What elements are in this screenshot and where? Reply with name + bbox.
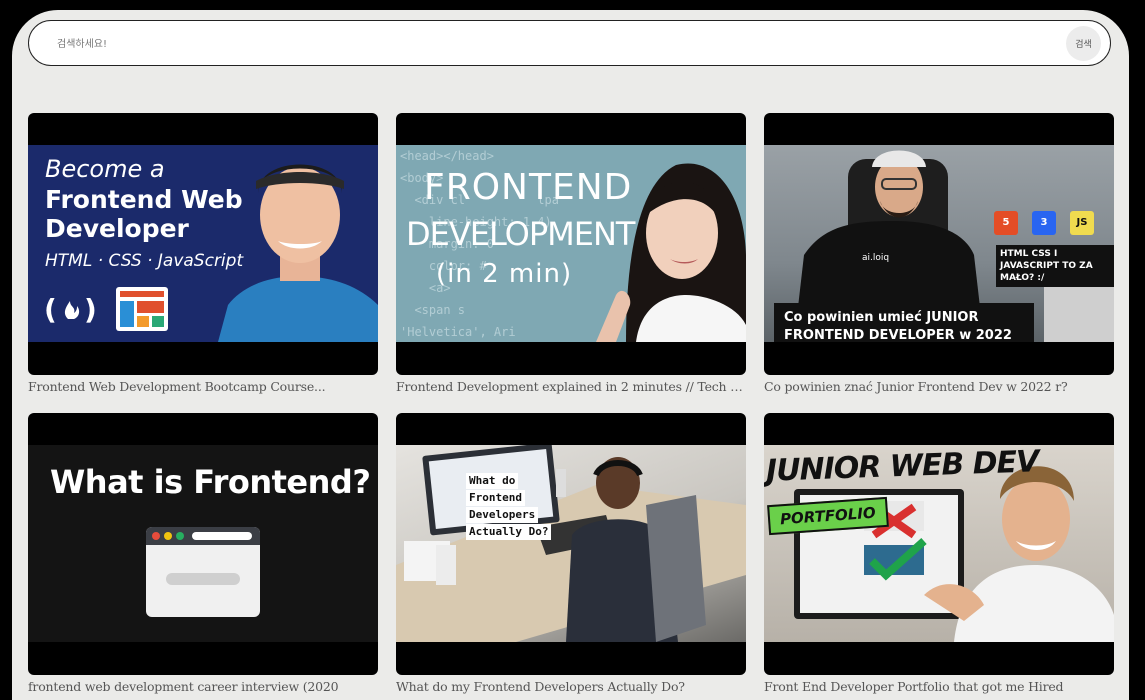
js-badge-icon: JS bbox=[1070, 211, 1094, 235]
developer-desk-photo bbox=[396, 445, 746, 642]
thumbnail-image: What is Frontend? bbox=[28, 445, 378, 642]
thumbnail-text: Become a bbox=[45, 155, 165, 183]
search-bar: 검색 bbox=[28, 20, 1111, 66]
video-title[interactable]: What do my Frontend Developers Actually … bbox=[396, 679, 746, 694]
video-title[interactable]: Co powinien znać Junior Frontend Dev w 2… bbox=[764, 379, 1114, 394]
thumbnail-text: Actually Do? bbox=[466, 524, 552, 540]
thumbnail-image: <head></head> <body> <div cl lpa line-he… bbox=[396, 145, 746, 342]
presenter-photo bbox=[218, 164, 378, 342]
css3-badge-icon: 3 bbox=[1032, 211, 1056, 235]
video-card[interactable]: What is Frontend? frontend web developme… bbox=[28, 413, 378, 694]
video-title[interactable]: Frontend Web Development Bootcamp Course… bbox=[28, 379, 378, 394]
video-title[interactable]: frontend web development career intervie… bbox=[28, 679, 378, 694]
svg-text:(: ( bbox=[44, 293, 57, 326]
thumbnail-text: FRONTEND bbox=[424, 167, 633, 208]
video-card[interactable]: <head></head> <body> <div cl lpa line-he… bbox=[396, 113, 746, 394]
thumbnail-text: What do bbox=[466, 473, 519, 489]
svg-text:): ) bbox=[84, 293, 97, 326]
video-title[interactable]: Frontend Development explained in 2 minu… bbox=[396, 379, 746, 394]
thumbnail-text: What is Frontend? bbox=[50, 463, 371, 501]
thumbnail-image: JUNIOR WEB DEV PORTFOLIO bbox=[764, 445, 1114, 642]
freecodecamp-logo-icon: () bbox=[44, 291, 100, 327]
app-frame: 검색 Become a Frontend Web Developer HTML … bbox=[12, 10, 1129, 700]
html5-badge-icon: 5 bbox=[994, 211, 1018, 235]
search-input[interactable] bbox=[55, 31, 1009, 57]
thumbnail-text: HTML · CSS · JavaScript bbox=[45, 251, 244, 271]
thumbnail-image: What do Frontend Developers Actually Do? bbox=[396, 445, 746, 642]
video-card[interactable]: Become a Frontend Web Developer HTML · C… bbox=[28, 113, 378, 394]
thumbnail-image: ai.loiq 5 3 JS HTML CSS I JAVASCRIPT TO … bbox=[764, 145, 1114, 342]
search-button[interactable]: 검색 bbox=[1066, 26, 1101, 61]
thumbnail-text-group: What do Frontend Developers Actually Do? bbox=[466, 473, 552, 541]
thumbnail-text: DEVELOPMENT bbox=[406, 215, 635, 253]
thumbnail-image: Become a Frontend Web Developer HTML · C… bbox=[28, 145, 378, 342]
video-thumbnail[interactable]: Become a Frontend Web Developer HTML · C… bbox=[28, 113, 378, 375]
video-thumbnail[interactable]: JUNIOR WEB DEV PORTFOLIO bbox=[764, 413, 1114, 675]
thumbnail-text: (in 2 min) bbox=[436, 259, 573, 289]
svg-text:ai.loiq: ai.loiq bbox=[862, 253, 889, 263]
thumbnail-text: HTML CSS I JAVASCRIPT TO ZA MAŁO? :/ bbox=[996, 245, 1114, 287]
webpage-layout-icon bbox=[116, 287, 168, 331]
thumbnail-text: Co powinien umieć JUNIOR FRONTEND DEVELO… bbox=[774, 303, 1034, 342]
video-thumbnail[interactable]: What is Frontend? bbox=[28, 413, 378, 675]
video-card[interactable]: JUNIOR WEB DEV PORTFOLIO Front End Devel… bbox=[764, 413, 1114, 694]
browser-window-icon bbox=[146, 527, 260, 617]
video-thumbnail[interactable]: ai.loiq 5 3 JS HTML CSS I JAVASCRIPT TO … bbox=[764, 113, 1114, 375]
video-thumbnail[interactable]: What do Frontend Developers Actually Do? bbox=[396, 413, 746, 675]
video-title[interactable]: Front End Developer Portfolio that got m… bbox=[764, 679, 1114, 694]
thumbnail-text: Frontend bbox=[466, 490, 525, 506]
thumbnail-text: Developers bbox=[466, 507, 539, 523]
video-card[interactable]: ai.loiq 5 3 JS HTML CSS I JAVASCRIPT TO … bbox=[764, 113, 1114, 394]
video-thumbnail[interactable]: <head></head> <body> <div cl lpa line-he… bbox=[396, 113, 746, 375]
video-card[interactable]: What do Frontend Developers Actually Do?… bbox=[396, 413, 746, 694]
